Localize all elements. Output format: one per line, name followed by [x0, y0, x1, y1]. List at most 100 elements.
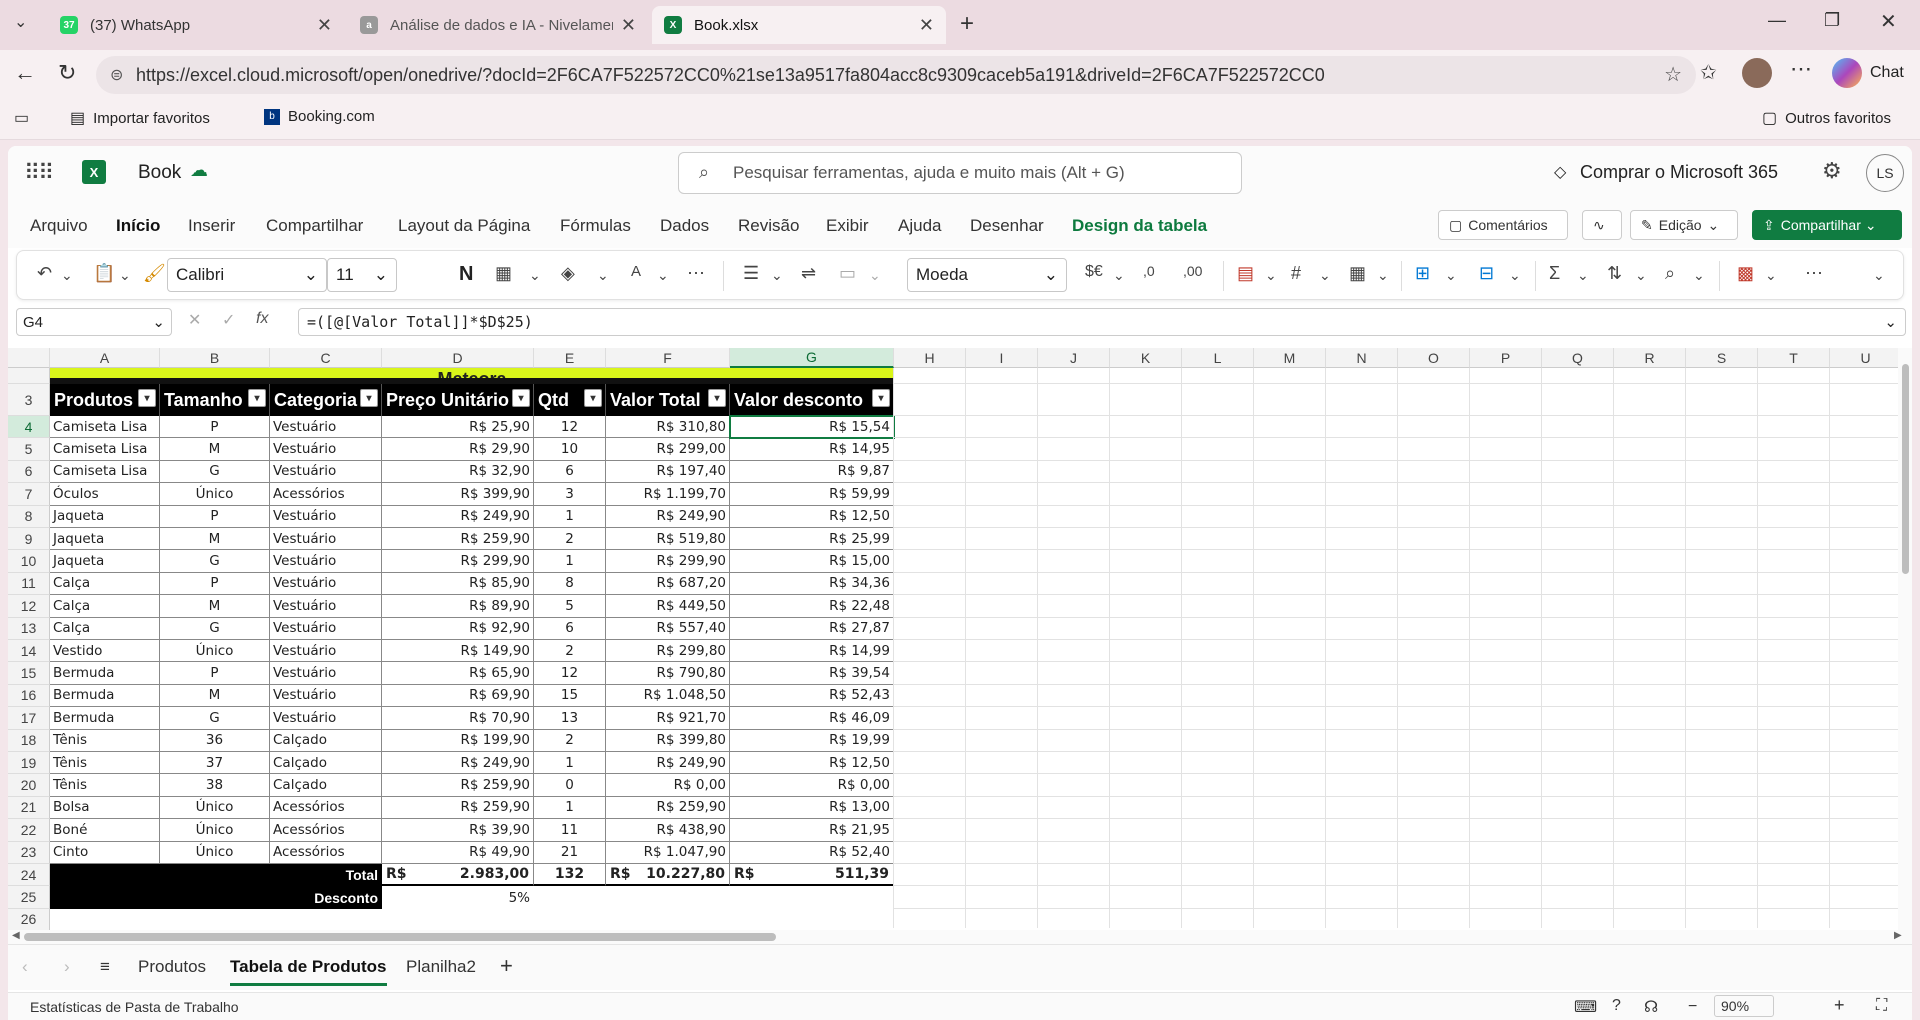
column-header-p[interactable]: P: [1470, 348, 1542, 368]
bold-button[interactable]: N: [459, 263, 473, 286]
row-header[interactable]: 11: [8, 572, 50, 596]
table-cell[interactable]: Bermuda: [50, 662, 160, 685]
table-cell[interactable]: Acessórios: [270, 483, 382, 506]
filter-dropdown-icon[interactable]: ▾: [512, 389, 530, 407]
app-launcher-icon[interactable]: ⠿⠿: [24, 160, 54, 186]
cancel-icon[interactable]: ✕: [188, 310, 201, 330]
table-cell[interactable]: R$ 1.199,70: [606, 483, 730, 506]
browser-tab-analise[interactable]: a Análise de dados e IA - Nivelamen ✕: [348, 6, 648, 44]
table-cell[interactable]: Vestuário: [270, 438, 382, 461]
table-cell[interactable]: R$ 399,90: [382, 483, 534, 506]
filter-dropdown-icon[interactable]: ▾: [248, 389, 266, 407]
chat-label[interactable]: Chat: [1870, 64, 1904, 82]
table-cell[interactable]: Vestuário: [270, 460, 382, 484]
table-cell[interactable]: 2: [534, 528, 606, 551]
row-header-3[interactable]: 3: [8, 384, 50, 416]
table-header-cell[interactable]: Valor desconto ▾: [730, 384, 894, 416]
row-header[interactable]: 6: [8, 460, 50, 484]
currency-icon[interactable]: $€: [1085, 263, 1103, 281]
table-cell[interactable]: Tênis: [50, 752, 160, 775]
table-cell[interactable]: Vestuário: [270, 617, 382, 640]
filter-dropdown-icon[interactable]: ▾: [360, 389, 378, 407]
bookmark-booking[interactable]: b Booking.com: [264, 108, 375, 125]
prev-sheet-icon[interactable]: ‹: [22, 957, 28, 977]
chevron-down-icon[interactable]: ⌄: [869, 267, 881, 284]
total-cell[interactable]: R$ 511,39: [730, 864, 894, 887]
menu-layout[interactable]: Layout da Página: [398, 216, 530, 236]
column-header-c[interactable]: C: [270, 348, 382, 368]
table-cell[interactable]: Jaqueta: [50, 528, 160, 551]
table-cell[interactable]: R$ 259,90: [382, 774, 534, 797]
row-header[interactable]: 18: [8, 729, 50, 752]
row-header[interactable]: 20: [8, 774, 50, 797]
zoom-in-icon[interactable]: +: [1834, 995, 1845, 1016]
filter-dropdown-icon[interactable]: ▾: [872, 389, 890, 407]
table-cell[interactable]: 6: [534, 460, 606, 484]
cell-styles-icon[interactable]: ▦: [1349, 263, 1366, 284]
font-size-select[interactable]: 11 ⌄: [327, 258, 397, 292]
table-cell[interactable]: 1: [534, 550, 606, 573]
table-cell[interactable]: Vestuário: [270, 505, 382, 528]
name-box[interactable]: G4 ⌄: [16, 308, 172, 336]
table-cell[interactable]: R$ 9,87: [730, 460, 894, 484]
table-cell[interactable]: R$ 22,48: [730, 595, 894, 618]
table-cell[interactable]: Calça: [50, 572, 160, 596]
row-header[interactable]: 8: [8, 505, 50, 528]
table-cell[interactable]: R$ 13,00: [730, 796, 894, 820]
table-cell[interactable]: R$ 438,90: [606, 819, 730, 842]
column-header-s[interactable]: S: [1686, 348, 1758, 368]
font-family-select[interactable]: Calibri ⌄: [167, 258, 327, 292]
filter-dropdown-icon[interactable]: ▾: [708, 389, 726, 407]
browser-tab-book[interactable]: X Book.xlsx ✕: [652, 6, 946, 44]
table-cell[interactable]: Vestuário: [270, 550, 382, 573]
total-cell[interactable]: R$ 10.227,80: [606, 864, 730, 887]
table-header-cell[interactable]: Preço Unitário ▾: [382, 384, 534, 416]
table-cell[interactable]: R$ 21,95: [730, 819, 894, 842]
table-cell[interactable]: R$ 259,90: [606, 796, 730, 820]
table-cell[interactable]: R$ 0,00: [730, 774, 894, 797]
document-title[interactable]: Book: [138, 162, 181, 184]
table-cell[interactable]: R$ 299,90: [606, 550, 730, 573]
chevron-down-icon[interactable]: ⌄: [1445, 267, 1457, 284]
number-format-select[interactable]: Moeda ⌄: [907, 258, 1067, 292]
favorite-star-icon[interactable]: ☆: [1664, 62, 1682, 87]
table-cell[interactable]: R$ 65,90: [382, 662, 534, 685]
reading-list-icon[interactable]: ▭: [14, 108, 29, 128]
menu-desenhar[interactable]: Desenhar: [970, 216, 1044, 236]
table-cell[interactable]: R$ 15,00: [730, 550, 894, 573]
close-icon[interactable]: ✕: [621, 15, 636, 36]
table-cell[interactable]: R$ 70,90: [382, 707, 534, 730]
table-cell[interactable]: M: [160, 528, 270, 551]
table-cell[interactable]: R$ 249,90: [606, 752, 730, 775]
filter-dropdown-icon[interactable]: ▾: [584, 389, 602, 407]
row-header[interactable]: 21: [8, 796, 50, 820]
table-cell[interactable]: R$ 27,87: [730, 617, 894, 640]
table-cell[interactable]: 21: [534, 841, 606, 864]
window-close-icon[interactable]: ✕: [1880, 9, 1897, 34]
row-header[interactable]: 19: [8, 752, 50, 775]
decrease-decimal-icon[interactable]: ,0: [1143, 263, 1155, 279]
menu-compartilhar[interactable]: Compartilhar: [266, 216, 363, 236]
table-cell[interactable]: G: [160, 707, 270, 730]
row-header[interactable]: 4: [8, 416, 50, 439]
table-cell[interactable]: 10: [534, 438, 606, 461]
table-cell[interactable]: R$ 199,90: [382, 729, 534, 752]
table-cell[interactable]: R$ 259,90: [382, 528, 534, 551]
select-all-corner[interactable]: [8, 348, 50, 368]
table-cell[interactable]: Calçado: [270, 774, 382, 797]
table-cell[interactable]: R$ 299,80: [606, 640, 730, 663]
fullscreen-icon[interactable]: ⛶: [1876, 997, 1887, 1015]
table-cell[interactable]: R$ 14,95: [730, 438, 894, 461]
close-icon[interactable]: ✕: [919, 15, 934, 36]
table-cell[interactable]: P: [160, 505, 270, 528]
table-cell[interactable]: R$ 69,90: [382, 684, 534, 708]
table-cell[interactable]: Calça: [50, 595, 160, 618]
chevron-down-icon[interactable]: ⌄: [1509, 267, 1521, 284]
table-cell[interactable]: M: [160, 438, 270, 461]
table-cell[interactable]: 6: [534, 617, 606, 640]
table-cell[interactable]: R$ 89,90: [382, 595, 534, 618]
table-cell[interactable]: 15: [534, 684, 606, 708]
column-header-g[interactable]: G: [730, 348, 894, 368]
table-cell[interactable]: Único: [160, 640, 270, 663]
table-header-cell[interactable]: Categoria ▾: [270, 384, 382, 416]
